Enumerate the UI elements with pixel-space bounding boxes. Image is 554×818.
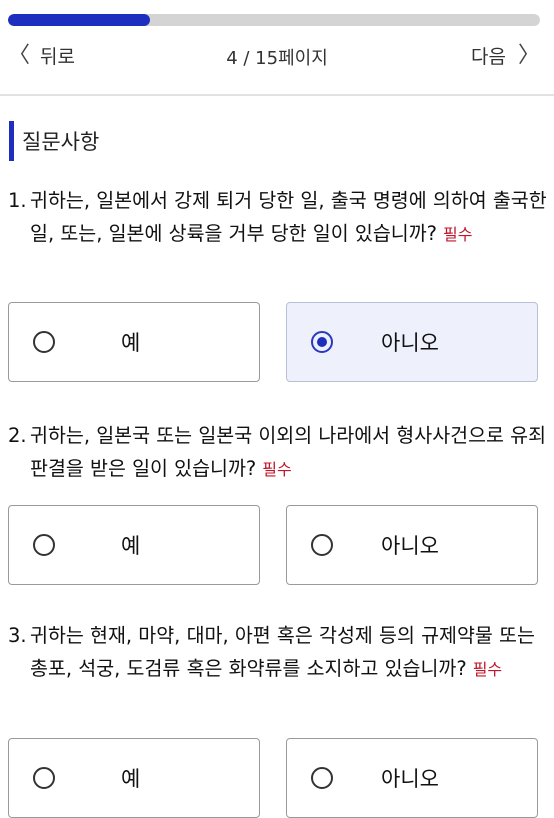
radio-icon — [33, 767, 55, 789]
chevron-right-icon: 〉 — [517, 42, 540, 68]
q2-option-yes[interactable]: 예 — [8, 505, 260, 585]
radio-icon — [311, 534, 333, 556]
q3-option-no[interactable]: 아니오 — [286, 738, 538, 818]
question-2: 2. 귀하는, 일본국 또는 일본국 이외의 나라에서 형사사건으로 유죄판결을… — [8, 419, 548, 486]
section-accent-bar — [9, 121, 14, 161]
option-label: 아니오 — [381, 534, 439, 558]
page-navigation: 〈 뒤로 4 / 15페이지 다음 〉 — [0, 28, 554, 90]
question-text: 귀하는, 일본에서 강제 퇴거 당한 일, 출국 명령에 의하여 출국한 일, … — [30, 189, 547, 245]
option-label: 아니오 — [381, 331, 439, 355]
q1-option-no[interactable]: 아니오 — [286, 302, 538, 382]
q3-option-yes[interactable]: 예 — [8, 738, 260, 818]
section-title: 질문사항 — [22, 130, 100, 154]
progress-bar — [8, 14, 540, 26]
radio-icon — [311, 767, 333, 789]
next-label: 다음 — [471, 46, 506, 68]
required-badge: 필수 — [443, 225, 473, 244]
option-label: 예 — [121, 534, 141, 558]
option-label: 예 — [121, 767, 141, 791]
question-text: 귀하는, 일본국 또는 일본국 이외의 나라에서 형사사건으로 유죄판결을 받은… — [30, 424, 547, 480]
option-label: 예 — [121, 331, 141, 355]
radio-icon — [33, 534, 55, 556]
question-1: 1. 귀하는, 일본에서 강제 퇴거 당한 일, 출국 명령에 의하여 출국한 … — [8, 184, 548, 251]
radio-icon — [33, 331, 55, 353]
question-3: 3. 귀하는 현재, 마약, 대마, 아편 혹은 각성제 등의 규제약물 또는 … — [8, 619, 548, 686]
radio-checked-icon — [311, 331, 333, 353]
required-badge: 필수 — [262, 460, 292, 479]
question-number: 2. — [8, 424, 27, 447]
question-number: 1. — [8, 189, 27, 212]
header-divider — [0, 94, 554, 96]
next-button[interactable]: 다음 〉 — [471, 42, 540, 69]
question-text: 귀하는 현재, 마약, 대마, 아편 혹은 각성제 등의 규제약물 또는 총포,… — [30, 624, 535, 680]
q2-option-no[interactable]: 아니오 — [286, 505, 538, 585]
q1-option-yes[interactable]: 예 — [8, 302, 260, 382]
option-label: 아니오 — [381, 767, 439, 791]
required-badge: 필수 — [472, 660, 503, 679]
progress-bar-fill — [8, 14, 151, 26]
question-number: 3. — [8, 624, 27, 647]
